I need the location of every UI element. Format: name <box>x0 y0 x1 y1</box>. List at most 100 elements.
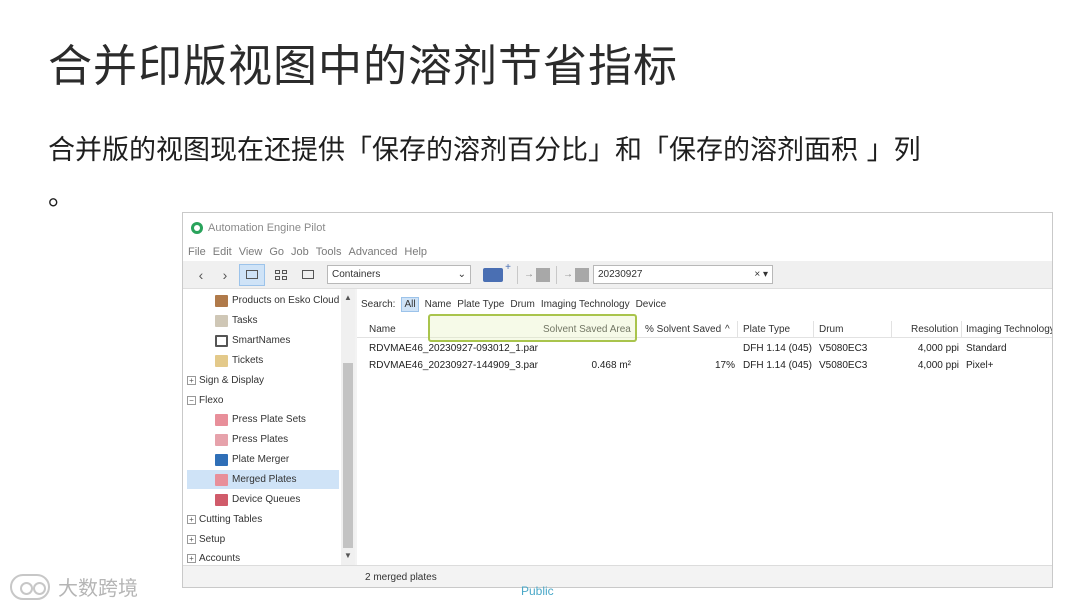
watermark-logo-icon <box>10 573 50 600</box>
scroll-thumb[interactable] <box>343 363 353 548</box>
chevron-left-icon: ‹ <box>198 266 204 283</box>
column-header-plate-type[interactable]: Plate Type <box>743 324 790 335</box>
title-bar: Automation Engine Pilot <box>183 213 1052 243</box>
cell-resolution: 4,000 ppi <box>917 360 959 371</box>
menu-bar: File Edit View Go Job Tools Advanced Hel… <box>183 243 1052 261</box>
menu-edit[interactable]: Edit <box>213 246 232 258</box>
sidebar-item-tickets[interactable]: Tickets <box>215 351 263 370</box>
column-header-drum[interactable]: Drum <box>819 324 843 335</box>
container-select[interactable]: Containers ⌄ <box>327 265 471 284</box>
filter-plate-type[interactable]: Plate Type <box>457 299 504 310</box>
insert-button-2[interactable]: → <box>563 267 589 282</box>
menu-go[interactable]: Go <box>269 246 284 258</box>
menu-view[interactable]: View <box>239 246 263 258</box>
expand-icon[interactable]: + <box>187 535 196 544</box>
search-input[interactable]: 20230927 × ▾ <box>593 265 773 284</box>
cell-resolution: 4,000 ppi <box>917 343 959 354</box>
tickets-icon <box>215 354 228 367</box>
scroll-up-icon[interactable]: ▲ <box>341 293 355 305</box>
sidebar-item-tasks[interactable]: Tasks <box>215 311 258 330</box>
clear-icon[interactable]: × <box>754 269 760 280</box>
column-header-percent-solvent-saved[interactable]: % Solvent Saved <box>645 324 721 335</box>
monitor-icon <box>246 270 258 279</box>
filter-imaging-technology[interactable]: Imaging Technology <box>541 299 630 310</box>
toolbar: ‹ › Containers ⌄ → → 20230927 × ▾ <box>183 261 1052 289</box>
chevron-right-icon: › <box>222 266 228 283</box>
cell-drum: V5080EC3 <box>819 360 868 371</box>
sidebar-item-label: Merged Plates <box>232 474 297 485</box>
filter-device[interactable]: Device <box>636 299 667 310</box>
expand-icon[interactable]: + <box>187 376 196 385</box>
expand-icon[interactable]: + <box>187 515 196 524</box>
sidebar-item-label: Press Plate Sets <box>232 414 306 425</box>
sidebar-item-setup[interactable]: + Setup <box>187 530 225 549</box>
toolbar-separator <box>517 265 518 284</box>
sidebar-item-flexo[interactable]: − Flexo <box>187 391 223 410</box>
scroll-down-icon[interactable]: ▼ <box>341 551 355 563</box>
sidebar-item-cutting-tables[interactable]: + Cutting Tables <box>187 510 262 529</box>
filter-drum[interactable]: Drum <box>510 299 534 310</box>
column-header-resolution[interactable]: Resolution <box>911 324 958 335</box>
table-row[interactable]: RDVMAE46_20230927-144909_3.par 0.468 m² … <box>357 358 1052 375</box>
sidebar-item-label: Products on Esko Cloud <box>232 295 340 306</box>
sidebar-item-plate-merger[interactable]: Plate Merger <box>215 450 289 469</box>
cell-name: RDVMAE46_20230927-093012_1.par <box>369 343 539 354</box>
caret-down-icon[interactable]: ▾ <box>763 269 768 280</box>
forward-button[interactable]: › <box>215 264 235 286</box>
cell-percent-solvent-saved: 17% <box>714 360 735 371</box>
status-bar: 2 merged plates <box>183 565 1052 587</box>
column-divider <box>891 321 892 337</box>
brackets-icon <box>215 334 228 347</box>
subtitle-line-1: 合并版的视图现在还提供「保存的溶剂百分比」和「保存的溶剂面积 」列 <box>48 135 921 166</box>
menu-help[interactable]: Help <box>404 246 427 258</box>
sidebar-item-label: Setup <box>199 534 226 545</box>
filter-all[interactable]: All <box>401 297 419 312</box>
new-folder-icon[interactable] <box>483 262 511 282</box>
cell-plate-type: DFH 1.14 (045) <box>743 343 812 354</box>
menu-job[interactable]: Job <box>291 246 309 258</box>
public-label: Public <box>521 584 554 598</box>
column-divider <box>737 321 738 337</box>
expand-icon[interactable]: + <box>187 554 196 563</box>
sidebar-item-merged-plates[interactable]: Merged Plates <box>187 470 339 489</box>
plate-sets-icon <box>215 413 228 426</box>
sidebar-item-press-plate-sets[interactable]: Press Plate Sets <box>215 410 306 429</box>
column-header-imaging-technology[interactable]: Imaging Technology <box>966 324 1052 335</box>
back-button[interactable]: ‹ <box>191 264 211 286</box>
filter-name[interactable]: Name <box>425 299 452 310</box>
sort-ascending-icon[interactable]: ^ <box>725 324 730 335</box>
cell-imaging-technology: Pixel+ <box>966 360 994 371</box>
thumbnail-view-button[interactable] <box>269 264 293 286</box>
sidebar-item-label: Flexo <box>199 395 224 406</box>
menu-advanced[interactable]: Advanced <box>348 246 397 258</box>
cell-plate-type: DFH 1.14 (045) <box>743 360 812 371</box>
cell-imaging-technology: Standard <box>966 343 1007 354</box>
toolbar-separator-2 <box>556 265 557 284</box>
sidebar-item-label: Press Plates <box>232 434 289 445</box>
sidebar-item-device-queues[interactable]: Device Queues <box>215 490 300 509</box>
merged-plates-icon <box>215 473 228 486</box>
search-input-value: 20230927 <box>598 269 643 280</box>
collapse-icon[interactable]: − <box>187 396 196 405</box>
menu-file[interactable]: File <box>188 246 206 258</box>
table-row[interactable]: RDVMAE46_20230927-093012_1.par DFH 1.14 … <box>357 341 1052 358</box>
sidebar-scrollbar[interactable]: ▲ ▼ <box>341 289 355 565</box>
slide-subtitle: 合并版的视图现在还提供「保存的溶剂百分比」和「保存的溶剂面积 」列 。 <box>48 128 1038 220</box>
insert-button[interactable]: → <box>524 267 550 282</box>
menu-tools[interactable]: Tools <box>316 246 342 258</box>
sidebar-item-press-plates[interactable]: Press Plates <box>215 430 288 449</box>
insert-square-icon-2 <box>575 267 589 282</box>
cell-solvent-saved-area: 0.468 m² <box>591 360 631 371</box>
sidebar-item-label: SmartNames <box>232 335 291 346</box>
sidebar-item-smartnames[interactable]: SmartNames <box>215 331 290 350</box>
highlight-box <box>428 314 637 342</box>
column-divider <box>813 321 814 337</box>
preview-view-button[interactable] <box>297 264 319 286</box>
chevron-down-icon: ⌄ <box>457 269 466 280</box>
sidebar-item-sign-display[interactable]: + Sign & Display <box>187 371 264 390</box>
list-view-button[interactable] <box>239 263 265 286</box>
sidebar-item-label: Tickets <box>232 355 264 366</box>
column-header-name[interactable]: Name <box>369 324 396 335</box>
cloud-products-icon <box>215 294 228 307</box>
sidebar-item-products-esko-cloud[interactable]: Products on Esko Cloud <box>215 291 339 310</box>
